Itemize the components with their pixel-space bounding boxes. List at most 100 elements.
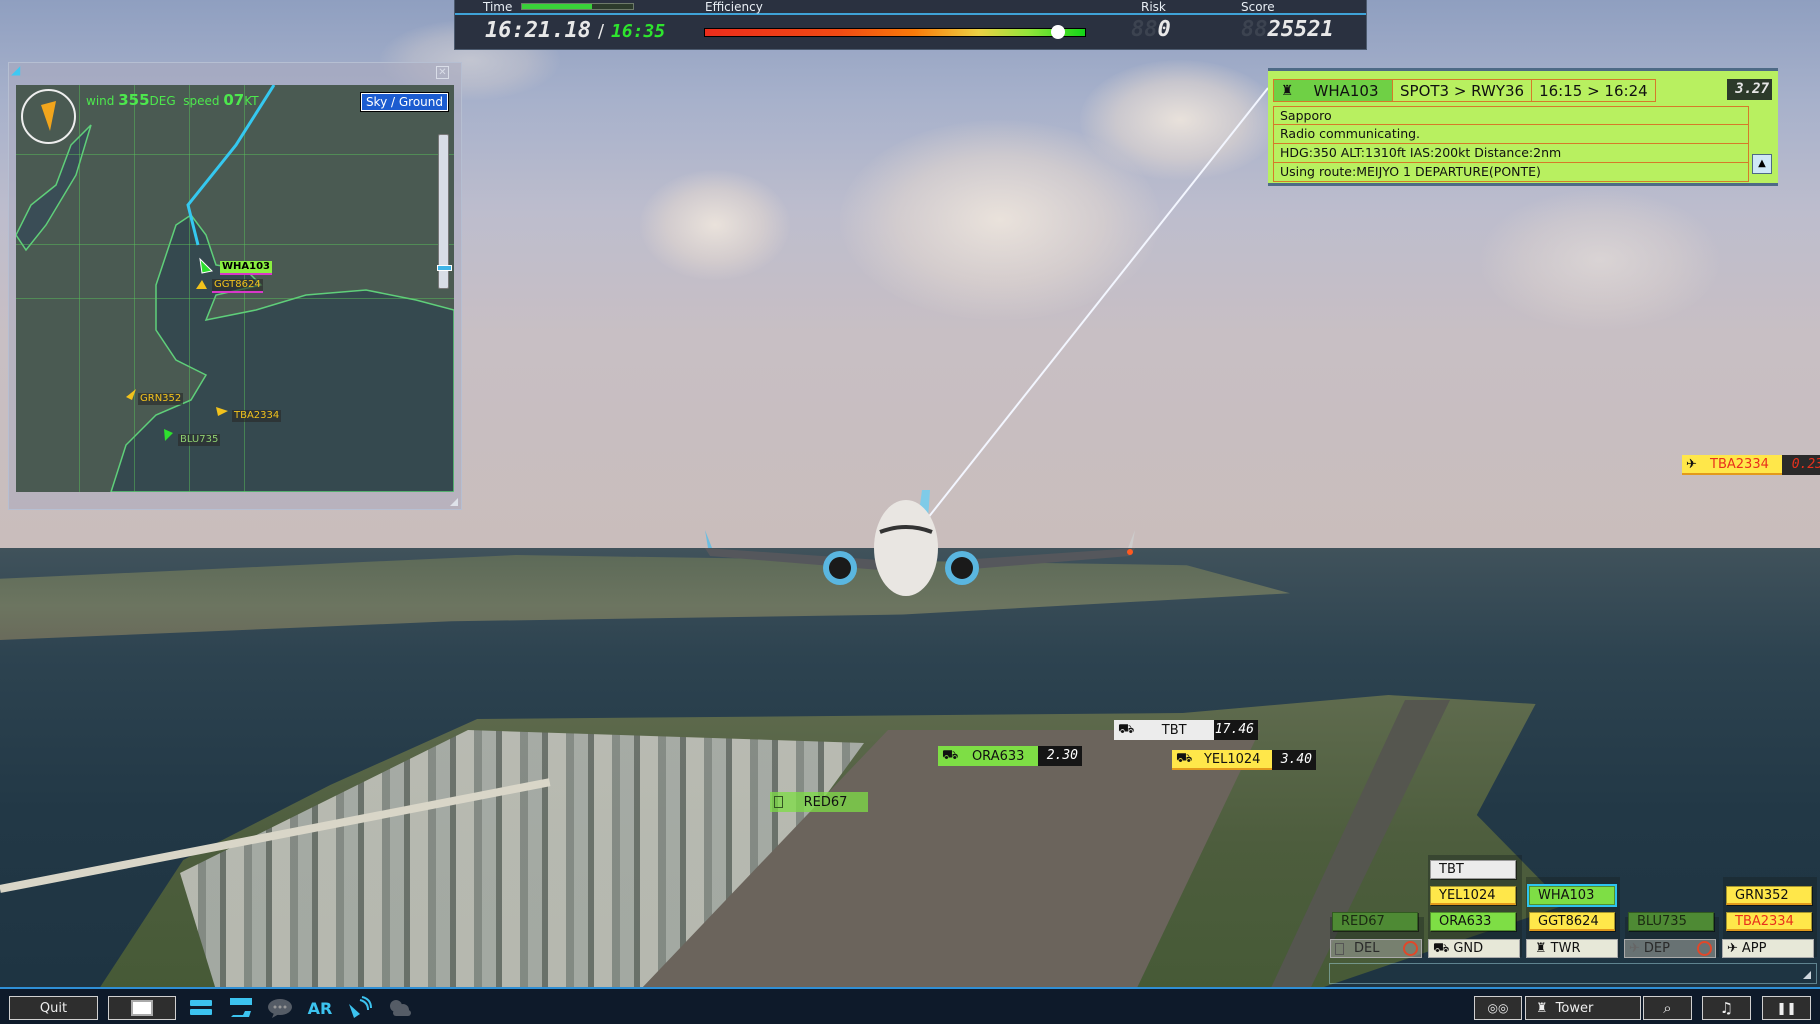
sky-ground-toggle[interactable]: Sky / Ground	[359, 92, 450, 112]
efficiency-bar	[704, 25, 1086, 39]
panel-aircraft-tbt[interactable]: TBT	[1430, 860, 1516, 879]
message-resize-handle[interactable]	[1803, 971, 1811, 979]
radar-signal-icon: ◢	[11, 63, 21, 77]
muted-icon	[1697, 941, 1712, 956]
radar-label-grn352[interactable]: GRN352	[138, 393, 184, 405]
strip-telemetry: HDG:350 ALT:1310ft IAS:200kt Distance:2n…	[1273, 144, 1749, 163]
frequency-dep-button[interactable]: ✈ DEP	[1624, 939, 1716, 958]
radar-resize-handle[interactable]	[450, 498, 458, 506]
wind-arrow-icon	[41, 101, 56, 131]
radar-close-button[interactable]: ✕	[436, 66, 449, 79]
aircraft-marker-grn352[interactable]	[124, 387, 138, 401]
panel-aircraft-ora633[interactable]: ORA633	[1430, 912, 1516, 931]
tug-icon: ⛟	[1118, 721, 1135, 737]
strip-route: SPOT3 > RWY36	[1393, 79, 1533, 102]
risk-value: 0	[1157, 17, 1171, 42]
panel-aircraft-tba2334[interactable]: TBA2334	[1726, 912, 1812, 931]
frequency-gnd-button[interactable]: ⛟ GND	[1428, 939, 1520, 958]
aircraft-marker-tba2334[interactable]	[215, 405, 229, 417]
arrival-icon: ✈	[1727, 940, 1738, 956]
scene-tag-red67[interactable]: RED67	[770, 792, 868, 812]
radar-label-wha103[interactable]: WHA103	[220, 261, 273, 275]
flight-strip-wha103[interactable]: ♜ WHA103 SPOT3 > RWY36 16:15 > 16:24 3.2…	[1268, 68, 1778, 186]
time-progress-fill	[522, 4, 592, 9]
bottom-toolbar: Quit AR ◎◎ ♜ Tower ⌕ ♫ ❚❚	[0, 987, 1820, 1024]
frequency-del-label: DEL	[1354, 940, 1380, 956]
panel-aircraft-wha103[interactable]: WHA103	[1527, 884, 1617, 907]
radar-label-blu735[interactable]: BLU735	[178, 434, 221, 446]
radar-dish-glyph	[349, 996, 372, 1018]
zoom-slider-knob[interactable]	[437, 265, 452, 272]
music-button[interactable]: ♫	[1702, 996, 1751, 1020]
muted-icon	[1403, 941, 1418, 956]
speed-unit: KT	[244, 94, 259, 108]
wind-compass	[21, 89, 76, 144]
radar-label-ggt8624[interactable]: GGT8624	[212, 279, 263, 293]
clock-separator: /	[597, 21, 605, 42]
pause-icon: ❚❚	[1776, 1001, 1797, 1015]
tug-icon: ⛟	[942, 747, 959, 763]
frequency-app-label: APP	[1741, 940, 1767, 956]
flight-strip-glyph	[230, 998, 252, 1017]
weather-icon[interactable]	[386, 996, 414, 1020]
collapse-strip-button[interactable]: ▲	[1752, 154, 1772, 174]
radar-map[interactable]: wind 355DEG speed 07KT Sky / Ground WHA1…	[16, 85, 454, 492]
fullscreen-icon	[131, 1000, 153, 1016]
frequency-del-button[interactable]: DEL	[1330, 939, 1422, 958]
frequency-app-button[interactable]: ✈ APP	[1722, 939, 1814, 958]
strip-destination: Sapporo	[1273, 106, 1749, 125]
panel-aircraft-red67[interactable]: RED67	[1332, 912, 1418, 931]
aircraft-marker-blu735[interactable]	[162, 428, 174, 442]
clipboard-icon	[774, 796, 783, 808]
scene-tag-tba2334[interactable]: ✈ TBA2334 0.23	[1682, 455, 1820, 475]
camera-view-button[interactable]: ♜ Tower	[1525, 996, 1641, 1020]
aircraft-marker-wha103[interactable]	[198, 257, 214, 275]
time-label: Time	[483, 0, 513, 14]
clipboard-icon	[1335, 942, 1344, 955]
panel-aircraft-ggt8624[interactable]: GGT8624	[1529, 912, 1615, 931]
panel-aircraft-grn352[interactable]: GRN352	[1726, 886, 1812, 905]
strip-route-info: Using route:MEIJYO 1 DEPARTURE(PONTE)	[1273, 163, 1749, 182]
tower-icon: ♜	[1535, 940, 1547, 956]
strip-status: Radio communicating.	[1273, 125, 1749, 144]
score-label: Score	[1241, 0, 1275, 14]
airplane-icon: ✈	[1686, 456, 1697, 472]
fullscreen-button[interactable]	[108, 996, 176, 1020]
panel-aircraft-yel1024[interactable]: YEL1024	[1430, 886, 1516, 905]
radar-zoom-slider[interactable]	[437, 134, 452, 289]
clock-current: 16:21.18	[485, 18, 591, 43]
efficiency-marker	[1051, 25, 1066, 39]
tug-icon: ⛟	[1433, 940, 1450, 956]
strip-timer: 3.27	[1727, 79, 1772, 100]
message-box[interactable]	[1329, 963, 1817, 984]
search-button[interactable]: ⌕	[1643, 996, 1692, 1020]
frequency-twr-button[interactable]: ♜ TWR	[1526, 939, 1618, 958]
scene-tag-yel1024[interactable]: ⛟ YEL1024 3.40	[1172, 750, 1316, 770]
flight-strip-icon[interactable]	[228, 996, 254, 1020]
radar-dish-icon[interactable]	[345, 996, 373, 1020]
camera-view-label: Tower	[1555, 1000, 1594, 1016]
radar-window[interactable]: ◢ ✕ wind 355DEG speed 07KT Sky / Ground	[8, 62, 462, 510]
tower-icon: ♜	[1280, 82, 1294, 99]
ar-toggle-button[interactable]: AR	[305, 996, 335, 1020]
chat-icon[interactable]	[266, 996, 294, 1020]
score-value: 25521	[1267, 17, 1334, 42]
strip-list-icon[interactable]	[188, 996, 214, 1020]
quit-button[interactable]: Quit	[9, 996, 98, 1020]
clock-end: 16:35	[611, 21, 666, 42]
status-bar: Time Efficiency Risk Score 16:21.18 / 16…	[454, 0, 1367, 50]
strip-callsign[interactable]: ♜ WHA103	[1273, 79, 1393, 102]
scene-tag-tbt[interactable]: ⛟ TBT 17.46	[1114, 720, 1258, 740]
strip-header: ♜ WHA103 SPOT3 > RWY36 16:15 > 16:24	[1273, 79, 1656, 102]
strip-list-glyph	[190, 1000, 212, 1015]
radar-label-tba2334[interactable]: TBA2334	[232, 410, 282, 422]
risk-readout: 880	[1131, 17, 1171, 42]
binoculars-button[interactable]: ◎◎	[1474, 996, 1522, 1020]
scene-tag-ora633[interactable]: ⛟ ORA633 2.30	[938, 746, 1082, 766]
panel-aircraft-blu735[interactable]: BLU735	[1628, 912, 1714, 931]
pause-button[interactable]: ❚❚	[1762, 996, 1811, 1020]
score-dim-digits: 88	[1241, 17, 1268, 42]
time-progress-bar	[521, 3, 634, 10]
aircraft-wha103[interactable]	[700, 490, 1140, 600]
aircraft-marker-ggt8624[interactable]	[194, 279, 208, 291]
